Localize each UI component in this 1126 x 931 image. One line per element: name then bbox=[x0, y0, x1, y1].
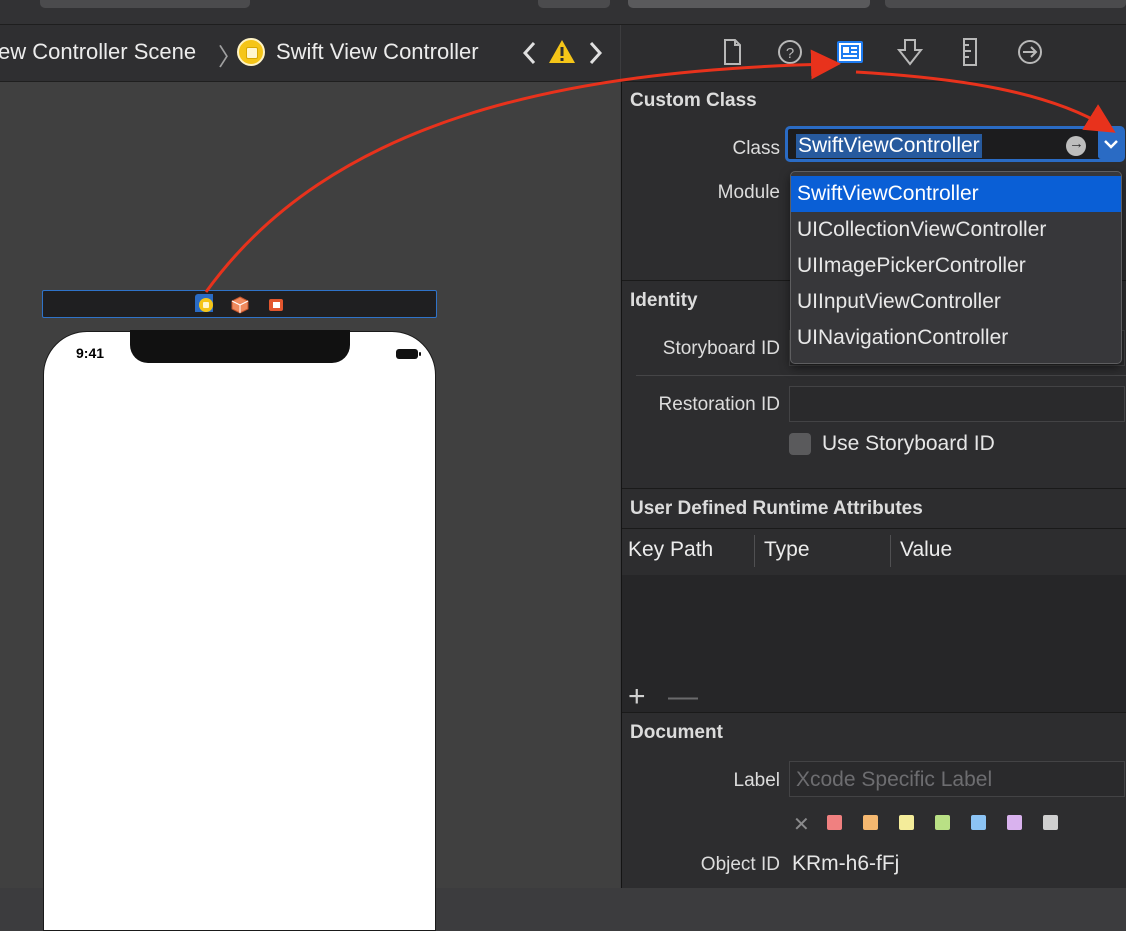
column-separator bbox=[890, 535, 891, 567]
section-divider bbox=[622, 488, 1126, 489]
remove-attribute-button[interactable]: — bbox=[668, 680, 698, 714]
toolbar-segment[interactable] bbox=[628, 0, 870, 8]
chevron-left-icon[interactable] bbox=[520, 39, 540, 67]
phone-notch bbox=[130, 330, 350, 363]
use-storyboard-id-label[interactable]: Use Storyboard ID bbox=[822, 432, 995, 456]
inspector-tabs: ? bbox=[621, 25, 1126, 82]
document-label-placeholder: Xcode Specific Label bbox=[796, 768, 993, 791]
view-controller-icon bbox=[237, 38, 265, 66]
iphone-canvas[interactable] bbox=[43, 331, 436, 931]
identity-title: Identity bbox=[630, 290, 698, 311]
add-attribute-button[interactable]: + bbox=[628, 680, 646, 714]
object-id-value: KRm-h6-fFj bbox=[792, 852, 900, 875]
label-color-swatch[interactable] bbox=[1043, 815, 1058, 830]
column-type[interactable]: Type bbox=[764, 538, 810, 562]
attributes-icon[interactable] bbox=[895, 37, 925, 67]
toolbar-segment[interactable] bbox=[885, 0, 1126, 8]
class-option[interactable]: UICollectionViewController bbox=[791, 212, 1121, 248]
window-toolbar bbox=[0, 0, 1126, 25]
file-icon[interactable] bbox=[717, 37, 747, 67]
custom-class-title: Custom Class bbox=[630, 90, 757, 111]
connections-icon[interactable] bbox=[1015, 37, 1045, 67]
class-option[interactable]: UINavigationController bbox=[791, 320, 1121, 356]
chevron-right-icon[interactable] bbox=[585, 39, 605, 67]
section-divider bbox=[622, 712, 1126, 713]
label-color-swatch[interactable] bbox=[863, 815, 878, 830]
label-color-swatch[interactable] bbox=[827, 815, 842, 830]
row-divider bbox=[636, 375, 1126, 376]
class-option[interactable]: UIImagePickerController bbox=[791, 248, 1121, 284]
storyboard-id-label: Storyboard ID bbox=[662, 338, 780, 359]
status-bar-time: 9:41 bbox=[76, 345, 105, 361]
exit-icon[interactable] bbox=[267, 296, 285, 314]
jump-bar: ew Controller Scene 〉 Swift View Control… bbox=[0, 25, 620, 82]
document-title: Document bbox=[630, 722, 723, 743]
first-responder-icon[interactable] bbox=[231, 296, 249, 314]
document-label-label: Label bbox=[733, 770, 781, 791]
module-label: Module bbox=[717, 182, 780, 203]
breadcrumb-controller[interactable]: Swift View Controller bbox=[276, 39, 479, 65]
label-color-swatch[interactable] bbox=[899, 815, 914, 830]
warning-icon[interactable] bbox=[548, 38, 576, 66]
identity-icon[interactable] bbox=[835, 37, 865, 67]
clear-label-color-button[interactable]: ✕ bbox=[793, 812, 810, 837]
label-color-swatch[interactable] bbox=[1007, 815, 1022, 830]
class-option[interactable]: SwiftViewController bbox=[791, 176, 1121, 212]
class-input-value[interactable]: SwiftViewController bbox=[796, 134, 982, 158]
class-option[interactable]: UIInputViewController bbox=[791, 284, 1121, 320]
label-color-swatch[interactable] bbox=[935, 815, 950, 830]
runtime-attributes-title: User Defined Runtime Attributes bbox=[630, 498, 923, 519]
column-value[interactable]: Value bbox=[900, 538, 952, 562]
restoration-id-label: Restoration ID bbox=[658, 394, 780, 415]
toolbar-segment[interactable] bbox=[538, 0, 610, 8]
object-id-label: Object ID bbox=[700, 854, 780, 875]
size-icon[interactable] bbox=[955, 37, 985, 67]
battery-icon bbox=[396, 349, 421, 359]
label-color-swatch[interactable] bbox=[971, 815, 986, 830]
class-label: Class bbox=[732, 138, 780, 159]
column-separator bbox=[754, 535, 755, 567]
go-to-class-icon[interactable] bbox=[1066, 135, 1086, 156]
restoration-id-field[interactable] bbox=[789, 386, 1125, 422]
help-icon[interactable]: ? bbox=[775, 37, 805, 67]
column-key-path[interactable]: Key Path bbox=[628, 538, 713, 562]
class-dropdown-button[interactable] bbox=[1098, 129, 1124, 159]
use-storyboard-id-checkbox[interactable] bbox=[789, 433, 811, 455]
svg-text:?: ? bbox=[786, 45, 794, 62]
toolbar-segment[interactable] bbox=[40, 0, 250, 8]
view-controller-icon[interactable] bbox=[195, 294, 213, 312]
breadcrumb-scene[interactable]: ew Controller Scene bbox=[0, 39, 196, 65]
